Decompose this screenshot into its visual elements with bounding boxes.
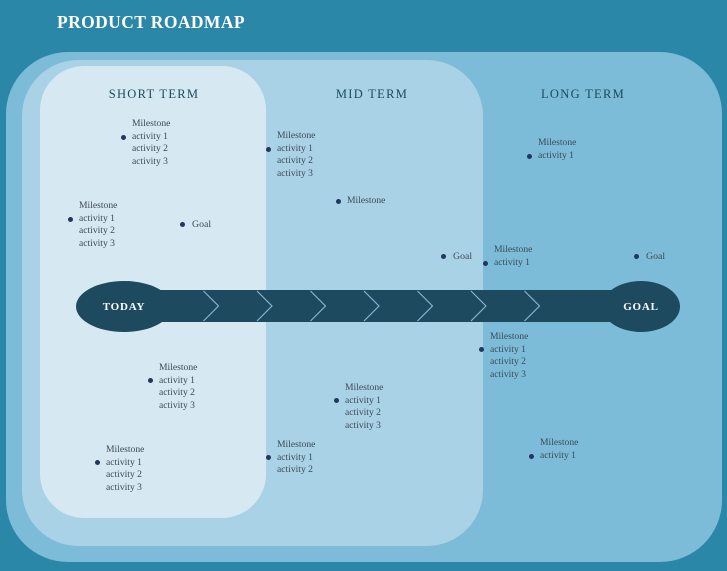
phase-heading-long-term: LONG TERM <box>540 87 626 101</box>
milestone-activity-1: activity 1 <box>538 149 574 161</box>
milestone-text-block: Milestone activity 1 activity 2 activity 3 <box>159 362 197 412</box>
milestone-dot-icon <box>266 147 271 152</box>
page-title: PRODUCT ROADMAP <box>57 12 245 32</box>
milestone-activity-2: activity 2 <box>277 155 313 167</box>
milestone-title: Milestone <box>540 437 579 448</box>
milestone-activity-1: activity 1 <box>540 449 576 461</box>
milestone-text-block: Milestone activity 1 activity 2 activity 3 <box>277 130 315 180</box>
goal-label: Goal <box>646 251 666 262</box>
milestone-activity-3: activity 3 <box>159 399 195 411</box>
milestone-dot-icon <box>483 260 488 266</box>
milestone-text-block: Milestone activity 1 activity 2 activity 3 <box>490 331 528 381</box>
milestone-l2[interactable]: Milestone activity 1 <box>483 244 532 269</box>
milestone-s4[interactable]: Milestone activity 1 activity 2 activity 3 <box>95 444 144 494</box>
milestone-activity-2: activity 2 <box>277 464 313 476</box>
milestone-l1[interactable]: Milestone activity 1 <box>527 137 576 162</box>
milestone-text-block: Milestone activity 1 <box>494 244 532 269</box>
milestone-text-block: Milestone activity 1 <box>540 437 578 462</box>
phase-heading-short-term: SHORT TERM <box>108 87 200 101</box>
milestone-dot-icon <box>121 135 126 140</box>
timeline-end-label: GOAL <box>623 300 659 313</box>
milestone-dot-icon <box>529 453 534 459</box>
milestone-activity-1: activity 1 <box>490 343 526 355</box>
milestone-title: Milestone <box>277 439 316 450</box>
milestone-activity-3: activity 3 <box>106 481 142 493</box>
milestone-text-block: Milestone <box>347 195 385 208</box>
timeline-start-label: TODAY <box>102 300 146 313</box>
goal-marker-g3[interactable]: Goal <box>634 251 665 262</box>
milestone-m2[interactable]: Milestone <box>336 195 385 208</box>
roadmap-canvas: PRODUCT ROADMAP SHORT TERM MID TERM LONG… <box>0 0 727 571</box>
milestone-title: Milestone <box>132 118 171 129</box>
milestone-activity-1: activity 1 <box>277 451 313 463</box>
milestone-m3[interactable]: Milestone activity 1 activity 2 activity 3 <box>334 382 383 432</box>
timeline-end-node[interactable]: GOAL <box>602 281 680 332</box>
goal-label: Goal <box>453 251 473 262</box>
milestone-title: Milestone <box>277 130 316 141</box>
milestone-activity-3: activity 3 <box>79 237 115 249</box>
milestone-activity-2: activity 2 <box>106 469 142 481</box>
milestone-text-block: Milestone activity 1 activity 2 activity 3 <box>79 200 117 250</box>
milestone-text-block: Milestone activity 1 <box>538 137 576 162</box>
milestone-activity-2: activity 2 <box>345 407 381 419</box>
milestone-dot-icon <box>68 217 73 222</box>
milestone-title: Milestone <box>494 244 533 255</box>
milestone-s2[interactable]: Milestone activity 1 activity 2 activity 3 <box>68 200 117 250</box>
milestone-activity-2: activity 2 <box>490 356 526 368</box>
milestone-dot-icon <box>95 460 100 465</box>
goal-dot-icon <box>180 222 185 227</box>
milestone-activity-3: activity 3 <box>490 368 526 380</box>
milestone-activity-1: activity 1 <box>345 394 381 406</box>
milestone-activity-3: activity 3 <box>277 167 313 179</box>
milestone-dot-icon <box>527 153 532 159</box>
milestone-text-block: Milestone activity 1 activity 2 activity 3 <box>345 382 383 432</box>
milestone-dot-icon <box>336 199 341 204</box>
milestone-dot-icon <box>266 455 271 460</box>
milestone-title: Milestone <box>347 195 386 206</box>
milestone-dot-icon <box>148 378 153 383</box>
milestone-l4[interactable]: Milestone activity 1 <box>529 437 578 462</box>
milestone-s1[interactable]: Milestone activity 1 activity 2 activity 3 <box>121 118 170 168</box>
milestone-title: Milestone <box>106 444 145 455</box>
milestone-text-block: Milestone activity 1 activity 2 activity 3 <box>132 118 170 168</box>
milestone-title: Milestone <box>345 382 384 393</box>
milestone-text-block: Milestone activity 1 activity 2 activity 3 <box>106 444 144 494</box>
milestone-title: Milestone <box>159 362 198 373</box>
goal-dot-icon <box>441 254 446 259</box>
milestone-activity-1: activity 1 <box>494 256 530 268</box>
milestone-activity-1: activity 1 <box>277 142 313 154</box>
milestone-activity-1: activity 1 <box>132 130 168 142</box>
goal-marker-g1[interactable]: Goal <box>180 219 211 230</box>
milestone-text-block: Milestone activity 1 activity 2 <box>277 439 315 477</box>
milestone-activity-1: activity 1 <box>159 374 195 386</box>
milestone-s3[interactable]: Milestone activity 1 activity 2 activity 3 <box>148 362 197 412</box>
goal-dot-icon <box>634 254 639 259</box>
milestone-activity-3: activity 3 <box>345 419 381 431</box>
milestone-m1[interactable]: Milestone activity 1 activity 2 activity 3 <box>266 130 315 180</box>
milestone-dot-icon <box>479 347 484 352</box>
milestone-activity-1: activity 1 <box>79 212 115 224</box>
timeline-bar <box>112 290 615 322</box>
goal-label: Goal <box>192 219 212 230</box>
milestone-title: Milestone <box>79 200 118 211</box>
milestone-title: Milestone <box>490 331 529 342</box>
timeline-start-node[interactable]: TODAY <box>76 281 172 332</box>
milestone-activity-2: activity 2 <box>159 387 195 399</box>
milestone-activity-3: activity 3 <box>132 155 168 167</box>
phase-heading-mid-term: MID TERM <box>335 87 409 101</box>
milestone-activity-2: activity 2 <box>132 143 168 155</box>
milestone-activity-2: activity 2 <box>79 225 115 237</box>
milestone-title: Milestone <box>538 137 577 148</box>
goal-marker-g2[interactable]: Goal <box>441 251 472 262</box>
milestone-m4[interactable]: Milestone activity 1 activity 2 <box>266 439 315 477</box>
milestone-dot-icon <box>334 398 339 403</box>
milestone-activity-1: activity 1 <box>106 456 142 468</box>
milestone-l3[interactable]: Milestone activity 1 activity 2 activity 3 <box>479 331 528 381</box>
